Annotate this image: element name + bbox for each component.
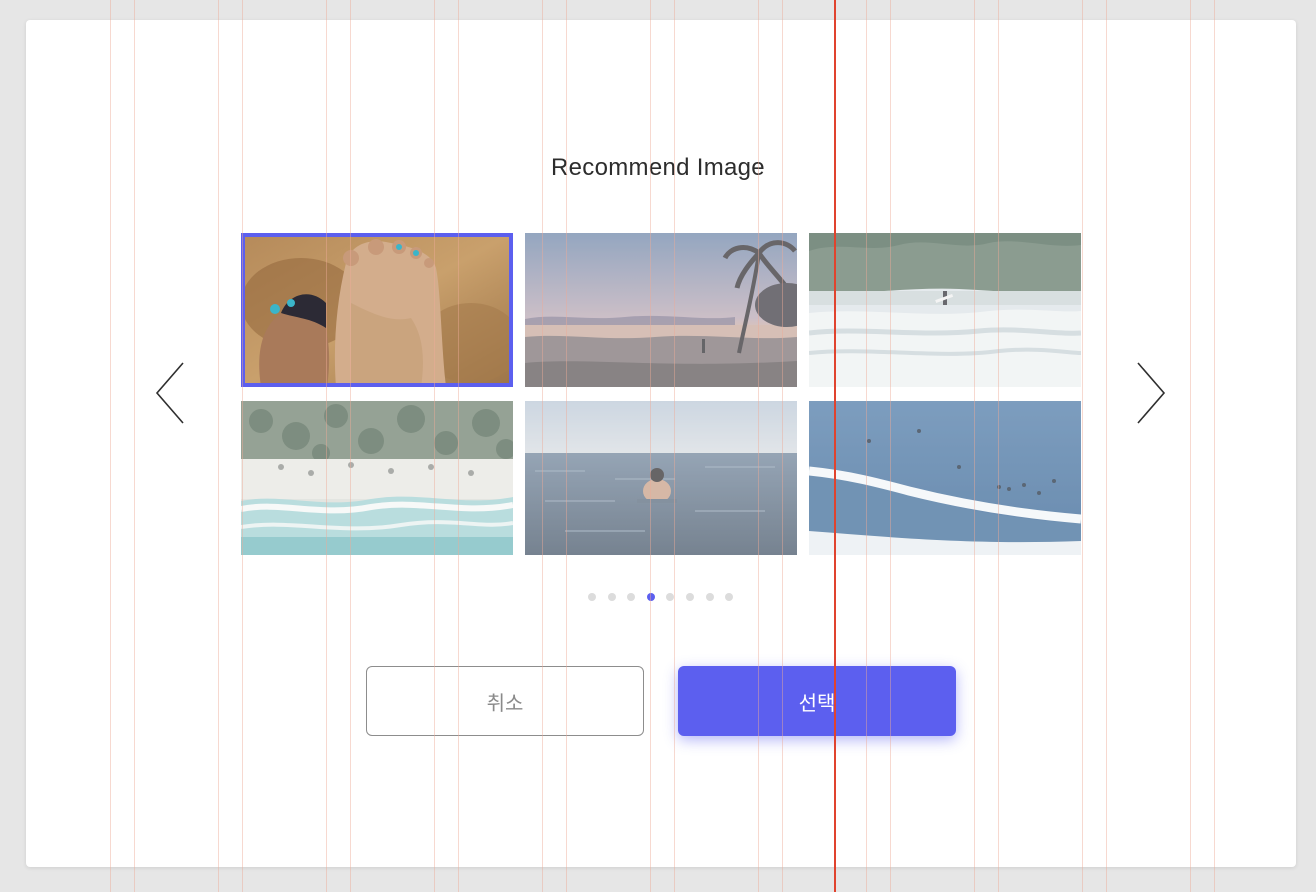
thumbnail-aerial-beach[interactable] [241, 401, 513, 555]
chevron-right-icon [1137, 362, 1166, 424]
thumbnail-person-in-sea[interactable] [525, 401, 797, 555]
page-dot[interactable] [666, 593, 675, 601]
pagination-dots [588, 593, 734, 602]
feet-in-sand-image [241, 233, 513, 387]
thumbnail-beach-sunset[interactable] [525, 233, 797, 387]
page-dot[interactable] [685, 593, 694, 601]
page-dot[interactable] [588, 593, 596, 601]
cancel-button[interactable]: 취소 [366, 666, 644, 736]
page-dot-active[interactable] [646, 593, 655, 601]
next-button[interactable] [1135, 362, 1167, 424]
page-dot[interactable] [725, 593, 734, 601]
chevron-left-icon [155, 362, 184, 424]
canvas: Recommend Image 취소 선택 [0, 0, 1316, 892]
page-dot[interactable] [627, 593, 636, 601]
dialog-title: Recommend Image [551, 154, 765, 181]
page-dot[interactable] [607, 593, 616, 601]
select-button[interactable]: 선택 [678, 666, 956, 736]
prev-button[interactable] [154, 362, 186, 424]
thumbnail-ocean-wave[interactable] [809, 401, 1081, 555]
page-dot[interactable] [705, 593, 714, 601]
thumbnail-surfer-shore[interactable] [809, 233, 1081, 387]
thumbnail-feet-in-sand[interactable] [241, 233, 513, 387]
